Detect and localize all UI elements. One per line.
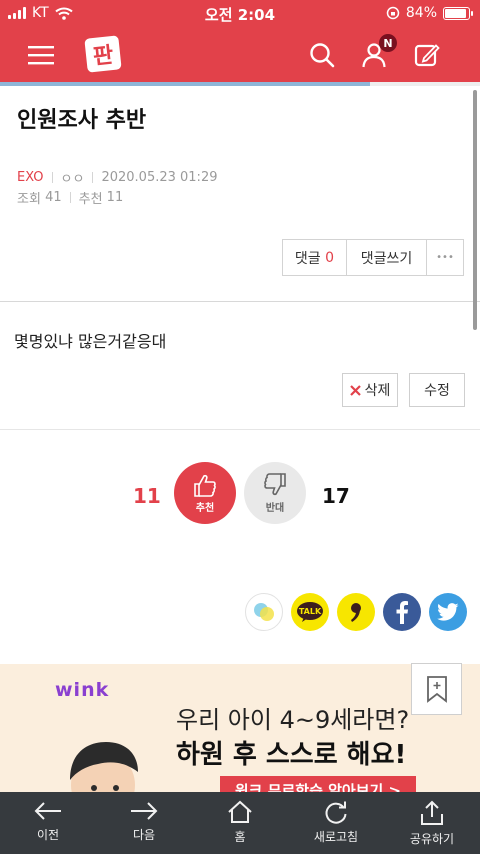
post-author[interactable]: ㅇㅇ xyxy=(61,168,85,187)
comment-button[interactable]: 댓글 0 xyxy=(283,240,347,275)
rotation-lock-icon xyxy=(386,6,400,20)
browser-toolbar: 이전 다음 홈 새로고침 공유하기 xyxy=(0,792,480,854)
refresh-button[interactable]: 새로고침 xyxy=(288,792,384,854)
home-icon xyxy=(228,800,252,823)
divider xyxy=(69,192,71,203)
delete-button[interactable]: 삭제 xyxy=(342,373,398,407)
home-label: 홈 xyxy=(234,830,246,844)
user-icon[interactable]: N xyxy=(357,34,397,72)
reading-progress xyxy=(0,82,480,86)
ad-cta-button[interactable]: 윙크 무료학습 알아보기 > xyxy=(220,776,416,792)
notification-badge: N xyxy=(379,34,397,52)
child-illustration xyxy=(70,742,138,792)
comment-label: 댓글 xyxy=(294,250,321,267)
post-category[interactable]: EXO xyxy=(17,170,44,185)
comma-icon[interactable] xyxy=(337,593,375,631)
status-bar: KT 오전 2:04 84% xyxy=(0,0,480,28)
post-body: 몇명있냐 많은거같응대 xyxy=(14,332,167,351)
divider xyxy=(0,429,480,430)
forward-label: 다음 xyxy=(132,828,156,842)
post-title: 인원조사 추반 xyxy=(17,108,147,133)
back-button[interactable]: 이전 xyxy=(0,792,96,854)
upvote-button[interactable]: 추천 xyxy=(174,462,236,524)
share-label: 공유하기 xyxy=(409,832,455,846)
home-button[interactable]: 홈 xyxy=(192,792,288,854)
facebook-icon[interactable] xyxy=(383,593,421,631)
write-comment-button[interactable]: 댓글쓰기 xyxy=(347,240,427,275)
downvote-label: 반대 xyxy=(265,503,285,514)
edit-button[interactable]: 수정 xyxy=(409,373,465,407)
ad-headline: 우리 아이 4~9세라면? xyxy=(176,706,410,734)
share-icon xyxy=(421,800,443,825)
downvote-button[interactable]: 반대 xyxy=(244,462,306,524)
upvote-label: 추천 xyxy=(195,503,215,514)
refresh-icon xyxy=(325,801,347,824)
battery-icon xyxy=(443,6,473,20)
thumbs-down-icon xyxy=(264,473,286,496)
back-label: 이전 xyxy=(36,828,60,842)
bookmark-add-icon xyxy=(426,676,447,703)
logo[interactable]: 판 xyxy=(84,35,122,73)
ad-brand: wink xyxy=(55,679,110,701)
close-icon xyxy=(349,384,361,396)
search-icon[interactable] xyxy=(305,38,339,72)
recommend-label: 추천 xyxy=(78,192,103,207)
arrow-right-icon xyxy=(131,802,158,820)
refresh-label: 새로고침 xyxy=(313,830,359,844)
share-button[interactable]: 공유하기 xyxy=(384,792,480,854)
ad-subheadline: 하원 후 스스로 해요! xyxy=(176,740,407,770)
bookmark-button[interactable] xyxy=(411,663,462,715)
views-count: 41 xyxy=(45,190,62,205)
hamburger-icon[interactable] xyxy=(24,38,58,72)
kakaotalk-label: TALK xyxy=(298,606,322,616)
arrow-left-icon xyxy=(34,802,61,820)
pencil-icon[interactable] xyxy=(410,38,444,72)
divider xyxy=(0,301,480,302)
upvote-count: 11 xyxy=(133,484,161,508)
divider xyxy=(92,172,94,183)
comment-count: 0 xyxy=(325,249,335,266)
ad-banner[interactable]: wink 우리 아이 4~9세라면? 하원 후 스스로 해요! 윙크 무료학습 … xyxy=(0,664,480,792)
app-header: 판 N xyxy=(0,28,480,82)
post-date: 2020.05.23 01:29 xyxy=(101,170,218,185)
post-stats: 조회 41 추천 11 xyxy=(17,188,123,207)
story-icon[interactable] xyxy=(245,593,283,631)
kakaotalk-icon[interactable]: TALK xyxy=(291,593,329,631)
forward-button[interactable]: 다음 xyxy=(96,792,192,854)
post-meta: EXO ㅇㅇ 2020.05.23 01:29 xyxy=(17,168,217,187)
battery-percent: 84% xyxy=(405,5,437,21)
logo-text: 판 xyxy=(91,42,115,70)
scrollbar[interactable] xyxy=(473,90,477,330)
post-action-group: 댓글 0 댓글쓰기 ••• xyxy=(282,239,464,276)
delete-label: 삭제 xyxy=(364,383,391,399)
twitter-icon[interactable] xyxy=(429,593,467,631)
downvote-count: 17 xyxy=(322,484,350,508)
reading-progress-fill xyxy=(0,82,370,86)
divider xyxy=(51,172,53,183)
thumbs-up-icon xyxy=(194,474,216,497)
recommend-count: 11 xyxy=(106,190,124,205)
views-label: 조회 xyxy=(17,192,41,207)
more-button[interactable]: ••• xyxy=(427,240,463,275)
